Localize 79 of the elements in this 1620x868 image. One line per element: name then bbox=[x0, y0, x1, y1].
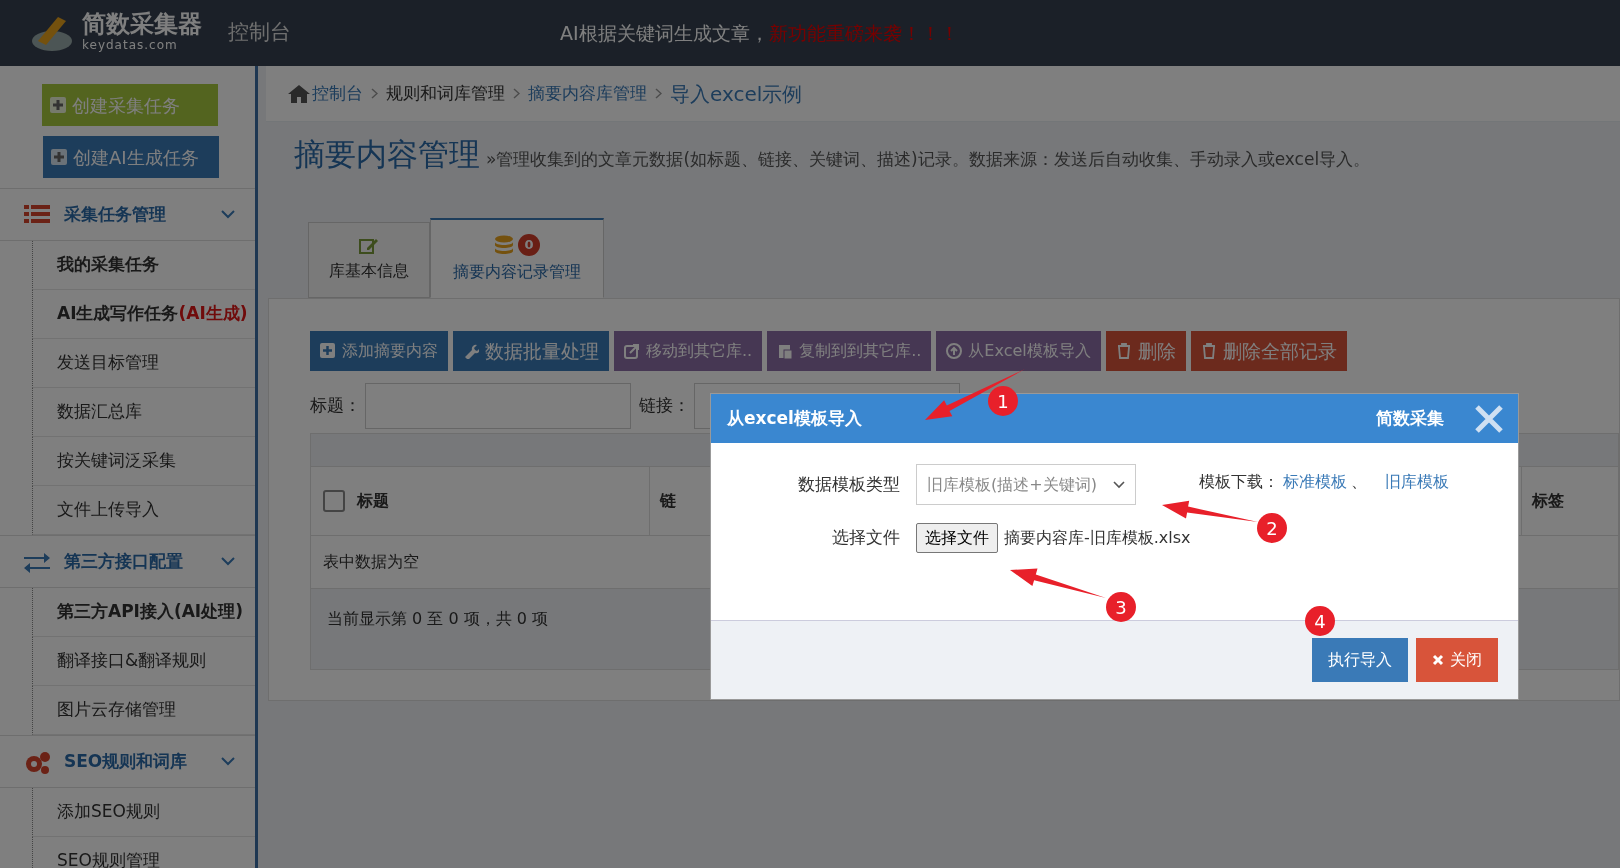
chevron-right-icon bbox=[371, 88, 378, 99]
toolbar-button[interactable]: 移动到其它库.. bbox=[614, 331, 763, 371]
close-button[interactable]: 关闭 bbox=[1416, 638, 1498, 682]
tab[interactable]: 0 摘要内容记录管理 bbox=[430, 218, 604, 298]
clipboard-icon bbox=[777, 343, 794, 359]
filter-label: 链接： bbox=[639, 394, 690, 418]
filter-input[interactable] bbox=[365, 383, 631, 429]
menu-section[interactable]: 采集任务管理 bbox=[0, 188, 255, 241]
logo-subtitle: keydatas.com bbox=[82, 37, 179, 54]
trash-icon bbox=[1200, 343, 1217, 359]
breadcrumb-link[interactable]: 摘要内容库管理 bbox=[528, 80, 647, 107]
import-button[interactable]: 执行导入 bbox=[1312, 638, 1408, 682]
column-header: 标签 bbox=[1521, 466, 1601, 536]
toolbar-button[interactable]: 删除 bbox=[1105, 331, 1186, 371]
toolbar-button[interactable]: 复制到到其它库.. bbox=[767, 331, 932, 371]
console-title: 控制台 bbox=[228, 19, 291, 47]
menu-item[interactable]: SEO规则管理 bbox=[32, 837, 255, 868]
plus-icon bbox=[320, 343, 336, 359]
section-title: 采集任务管理 bbox=[64, 202, 166, 226]
page-title: 摘要内容管理 bbox=[294, 136, 480, 174]
separator-text: 、 bbox=[1351, 471, 1367, 493]
filter-label: 标题： bbox=[310, 394, 361, 418]
choose-file-button[interactable]: 选择文件 bbox=[916, 523, 998, 553]
breadcrumb-current: 导入excel示例 bbox=[670, 80, 803, 108]
menu-item[interactable]: 添加SEO规则 bbox=[32, 788, 255, 837]
menu-item[interactable]: 发送目标管理 bbox=[32, 339, 255, 388]
edit-icon bbox=[359, 237, 379, 255]
template-link[interactable]: 旧库模板 bbox=[1385, 470, 1449, 494]
toolbar-button[interactable]: 从Excel模板导入 bbox=[936, 331, 1101, 371]
chevron-right-icon bbox=[513, 88, 520, 99]
menu-section[interactable]: SEO规则和词库 bbox=[0, 735, 255, 788]
tab[interactable]: 库基本信息 bbox=[308, 222, 430, 298]
database-icon bbox=[494, 234, 514, 255]
menu-item[interactable]: 数据汇总库 bbox=[32, 388, 255, 437]
dialog-title: 从excel模板导入 bbox=[727, 406, 862, 430]
plus-icon bbox=[51, 149, 67, 165]
menu-item[interactable]: 按关键词泛采集 bbox=[32, 437, 255, 486]
wrench-icon bbox=[463, 343, 479, 359]
chevron-down-icon bbox=[1113, 480, 1125, 489]
select-all-checkbox[interactable] bbox=[323, 490, 345, 512]
page-subtitle: »管理收集到的文章元数据(如标题、链接、关键词、描述)记录。数据来源：发送后自动收集、手动录入或excel导入。 bbox=[486, 148, 1371, 171]
chevron-down-icon bbox=[221, 557, 235, 566]
count-badge: 0 bbox=[518, 233, 540, 256]
select-field[interactable]: 旧库模板(描述+关键词) bbox=[916, 464, 1136, 505]
menu-section[interactable]: 第三方接口配置 bbox=[0, 535, 255, 588]
share-icon bbox=[624, 343, 640, 359]
column-header: 标题 bbox=[357, 490, 390, 512]
chevron-down-icon bbox=[221, 757, 235, 766]
section-title: SEO规则和词库 bbox=[64, 749, 188, 773]
plus-icon bbox=[50, 97, 66, 113]
create-button[interactable]: 创建AI生成任务 bbox=[43, 136, 219, 178]
notice-text: AI根据关键词生成文章，新功能重磅来袭！！！ bbox=[560, 20, 959, 46]
template-link[interactable]: 标准模板 bbox=[1283, 470, 1347, 494]
menu-item[interactable]: 文件上传导入 bbox=[32, 486, 255, 535]
tab-label: 库基本信息 bbox=[329, 260, 409, 282]
close-icon bbox=[1432, 654, 1444, 666]
dialog-brand: 简数采集 bbox=[1376, 406, 1444, 430]
download-label: 模板下载： bbox=[1199, 471, 1279, 493]
trash-icon bbox=[1115, 343, 1132, 359]
menu-item[interactable]: 我的采集任务 bbox=[32, 241, 255, 290]
breadcrumb-text: 规则和词库管理 bbox=[386, 81, 505, 105]
menu-item[interactable]: 翻译接口&翻译规则 bbox=[32, 637, 255, 686]
close-icon[interactable] bbox=[1474, 403, 1504, 434]
menu-item[interactable]: AI生成写作任务(AI生成) bbox=[32, 290, 255, 339]
toolbar-button[interactable]: 删除全部记录 bbox=[1190, 331, 1347, 371]
tab-label: 摘要内容记录管理 bbox=[453, 260, 581, 283]
section-title: 第三方接口配置 bbox=[64, 549, 183, 573]
menu-item[interactable]: 第三方API接入(AI处理) bbox=[32, 588, 255, 637]
logo-text: 简数采集器 bbox=[82, 12, 202, 36]
toolbar-button[interactable]: 添加摘要内容 bbox=[310, 331, 448, 371]
breadcrumb-link[interactable]: 控制台 bbox=[312, 80, 363, 107]
home-icon bbox=[288, 84, 310, 103]
chevron-right-icon bbox=[655, 88, 662, 99]
upload-icon bbox=[946, 343, 963, 359]
table-info: 当前显示第 0 至 0 项，共 0 项 bbox=[327, 609, 549, 628]
toolbar-button[interactable]: 数据批量处理 bbox=[453, 331, 609, 371]
field-label: 数据模板类型 bbox=[797, 472, 901, 496]
menu-item[interactable]: 图片云存储管理 bbox=[32, 686, 255, 735]
chevron-down-icon bbox=[221, 210, 235, 219]
